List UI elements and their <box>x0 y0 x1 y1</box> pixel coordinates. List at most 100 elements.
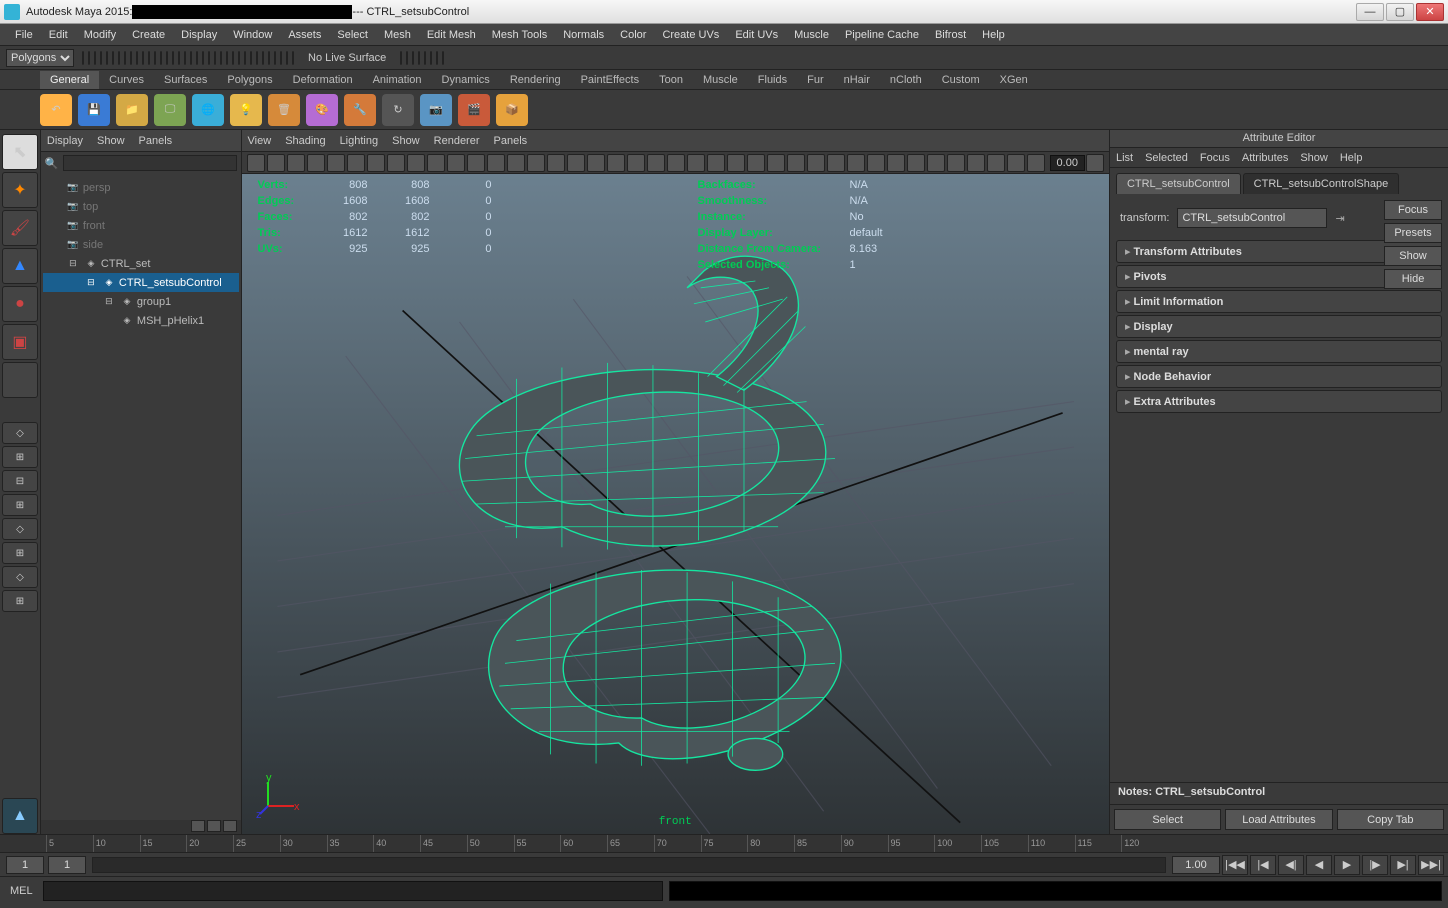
status-icon-22[interactable] <box>214 51 216 65</box>
ae-action-load-attributes[interactable]: Load Attributes <box>1225 809 1332 830</box>
ae-section-extra-attributes[interactable]: Extra Attributes <box>1116 390 1442 413</box>
layout-persp-outliner[interactable]: ◇ <box>2 518 38 540</box>
ae-action-select[interactable]: Select <box>1114 809 1221 830</box>
viewport-icon-8[interactable] <box>407 154 425 172</box>
viewport-icon-14[interactable] <box>527 154 545 172</box>
status-icon-30[interactable] <box>262 51 264 65</box>
outliner-item-group1[interactable]: ⊟◈group1 <box>43 292 239 311</box>
shelf-tab-rendering[interactable]: Rendering <box>500 71 571 89</box>
layout-graph[interactable]: ◇ <box>2 566 38 588</box>
maya-home-icon[interactable]: ▲ <box>2 798 38 834</box>
viewport-icon-3[interactable] <box>307 154 325 172</box>
status-icon-r5[interactable] <box>430 51 432 65</box>
viewport-icon-26[interactable] <box>767 154 785 172</box>
viewport-canvas[interactable]: Verts:8088080Backfaces:N/AEdges:16081608… <box>242 174 1109 834</box>
status-icon-r4[interactable] <box>424 51 426 65</box>
menu-mesh-tools[interactable]: Mesh Tools <box>485 27 554 43</box>
ae-menu-list[interactable]: List <box>1116 152 1133 164</box>
status-icon-7[interactable] <box>124 51 126 65</box>
close-button[interactable]: ✕ <box>1416 3 1444 21</box>
transform-field[interactable] <box>1177 208 1327 228</box>
status-icon-21[interactable] <box>208 51 210 65</box>
maximize-button[interactable]: ▢ <box>1386 3 1414 21</box>
time-slider[interactable]: 5101520253035404550556065707580859095100… <box>0 834 1448 852</box>
outliner-menu-panels[interactable]: Panels <box>139 135 173 147</box>
status-icon-20[interactable] <box>202 51 204 65</box>
status-icon-4[interactable] <box>106 51 108 65</box>
viewport-icon-10[interactable] <box>447 154 465 172</box>
shelf-tab-nhair[interactable]: nHair <box>834 71 880 89</box>
shelf-tab-muscle[interactable]: Muscle <box>693 71 748 89</box>
shelf-icon-5[interactable]: 💡 <box>230 94 262 126</box>
outliner-menu-show[interactable]: Show <box>97 135 125 147</box>
menu-bifrost[interactable]: Bifrost <box>928 27 973 43</box>
status-icon-32[interactable] <box>274 51 276 65</box>
shelf-icon-9[interactable]: ↻ <box>382 94 414 126</box>
playback-button-6[interactable]: ▶| <box>1390 855 1416 875</box>
viewport-icon-last[interactable] <box>1086 154 1104 172</box>
viewport-icon-33[interactable] <box>907 154 925 172</box>
ae-section-node-behavior[interactable]: Node Behavior <box>1116 365 1442 388</box>
status-icon-9[interactable] <box>136 51 138 65</box>
viewport-icon-6[interactable] <box>367 154 385 172</box>
shelf-icon-6[interactable]: 🗑 <box>268 94 300 126</box>
playback-button-5[interactable]: |▶ <box>1362 855 1388 875</box>
expand-icon[interactable]: ⊟ <box>83 276 99 290</box>
viewport-menu-lighting[interactable]: Lighting <box>340 135 379 147</box>
status-icon-12[interactable] <box>154 51 156 65</box>
outliner-item-ctrl_setsubcontrol[interactable]: ⊟◈CTRL_setsubControl <box>43 273 239 292</box>
menu-help[interactable]: Help <box>975 27 1012 43</box>
shelf-tab-custom[interactable]: Custom <box>932 71 990 89</box>
shelf-icon-10[interactable]: 📷 <box>420 94 452 126</box>
viewport-icon-7[interactable] <box>387 154 405 172</box>
shelf-icon-12[interactable]: 📦 <box>496 94 528 126</box>
viewport-icon-16[interactable] <box>567 154 585 172</box>
viewport-icon-23[interactable] <box>707 154 725 172</box>
viewport-icon-24[interactable] <box>727 154 745 172</box>
menu-window[interactable]: Window <box>226 27 279 43</box>
status-icon-29[interactable] <box>256 51 258 65</box>
status-icon-24[interactable] <box>226 51 228 65</box>
command-lang[interactable]: MEL <box>6 885 37 897</box>
ae-menu-help[interactable]: Help <box>1340 152 1363 164</box>
viewport-icon-13[interactable] <box>507 154 525 172</box>
range-start-outer[interactable] <box>6 856 44 874</box>
shelf-icon-0[interactable]: ↶ <box>40 94 72 126</box>
outliner-item-persp[interactable]: 📷persp <box>43 178 239 197</box>
layout-dope[interactable]: ⊞ <box>2 590 38 612</box>
menu-mesh[interactable]: Mesh <box>377 27 418 43</box>
ae-hide-button[interactable]: Hide <box>1384 269 1442 289</box>
status-icon-6[interactable] <box>118 51 120 65</box>
shelf-tab-animation[interactable]: Animation <box>363 71 432 89</box>
outliner-item-ctrl_set[interactable]: ⊟◈CTRL_set <box>43 254 239 273</box>
layout-two-h[interactable]: ⊟ <box>2 470 38 492</box>
range-track[interactable] <box>92 857 1166 873</box>
mode-dropdown[interactable]: Polygons <box>6 49 74 67</box>
outliner-item-top[interactable]: 📷top <box>43 197 239 216</box>
ae-tab-1[interactable]: CTRL_setsubControlShape <box>1243 173 1400 194</box>
status-icon-11[interactable] <box>148 51 150 65</box>
shelf-tab-general[interactable]: General <box>40 71 99 89</box>
menu-display[interactable]: Display <box>174 27 224 43</box>
viewport-icon-35[interactable] <box>947 154 965 172</box>
viewport-icon-38[interactable] <box>1007 154 1025 172</box>
status-icon-35[interactable] <box>292 51 294 65</box>
status-icon-r2[interactable] <box>412 51 414 65</box>
shelf-tab-polygons[interactable]: Polygons <box>217 71 282 89</box>
status-icon-r3[interactable] <box>418 51 420 65</box>
status-icon-8[interactable] <box>130 51 132 65</box>
ae-menu-selected[interactable]: Selected <box>1145 152 1188 164</box>
viewport-icon-1[interactable] <box>267 154 285 172</box>
viewport-icon-19[interactable] <box>627 154 645 172</box>
ae-action-copy-tab[interactable]: Copy Tab <box>1337 809 1444 830</box>
status-icon-r6[interactable] <box>436 51 438 65</box>
shelf-tab-dynamics[interactable]: Dynamics <box>432 71 500 89</box>
ae-section-display[interactable]: Display <box>1116 315 1442 338</box>
viewport-icon-21[interactable] <box>667 154 685 172</box>
status-icon-15[interactable] <box>172 51 174 65</box>
status-icon-26[interactable] <box>238 51 240 65</box>
shelf-icon-4[interactable]: 🌐 <box>192 94 224 126</box>
outliner-item-front[interactable]: 📷front <box>43 216 239 235</box>
menu-assets[interactable]: Assets <box>281 27 328 43</box>
status-icon-33[interactable] <box>280 51 282 65</box>
